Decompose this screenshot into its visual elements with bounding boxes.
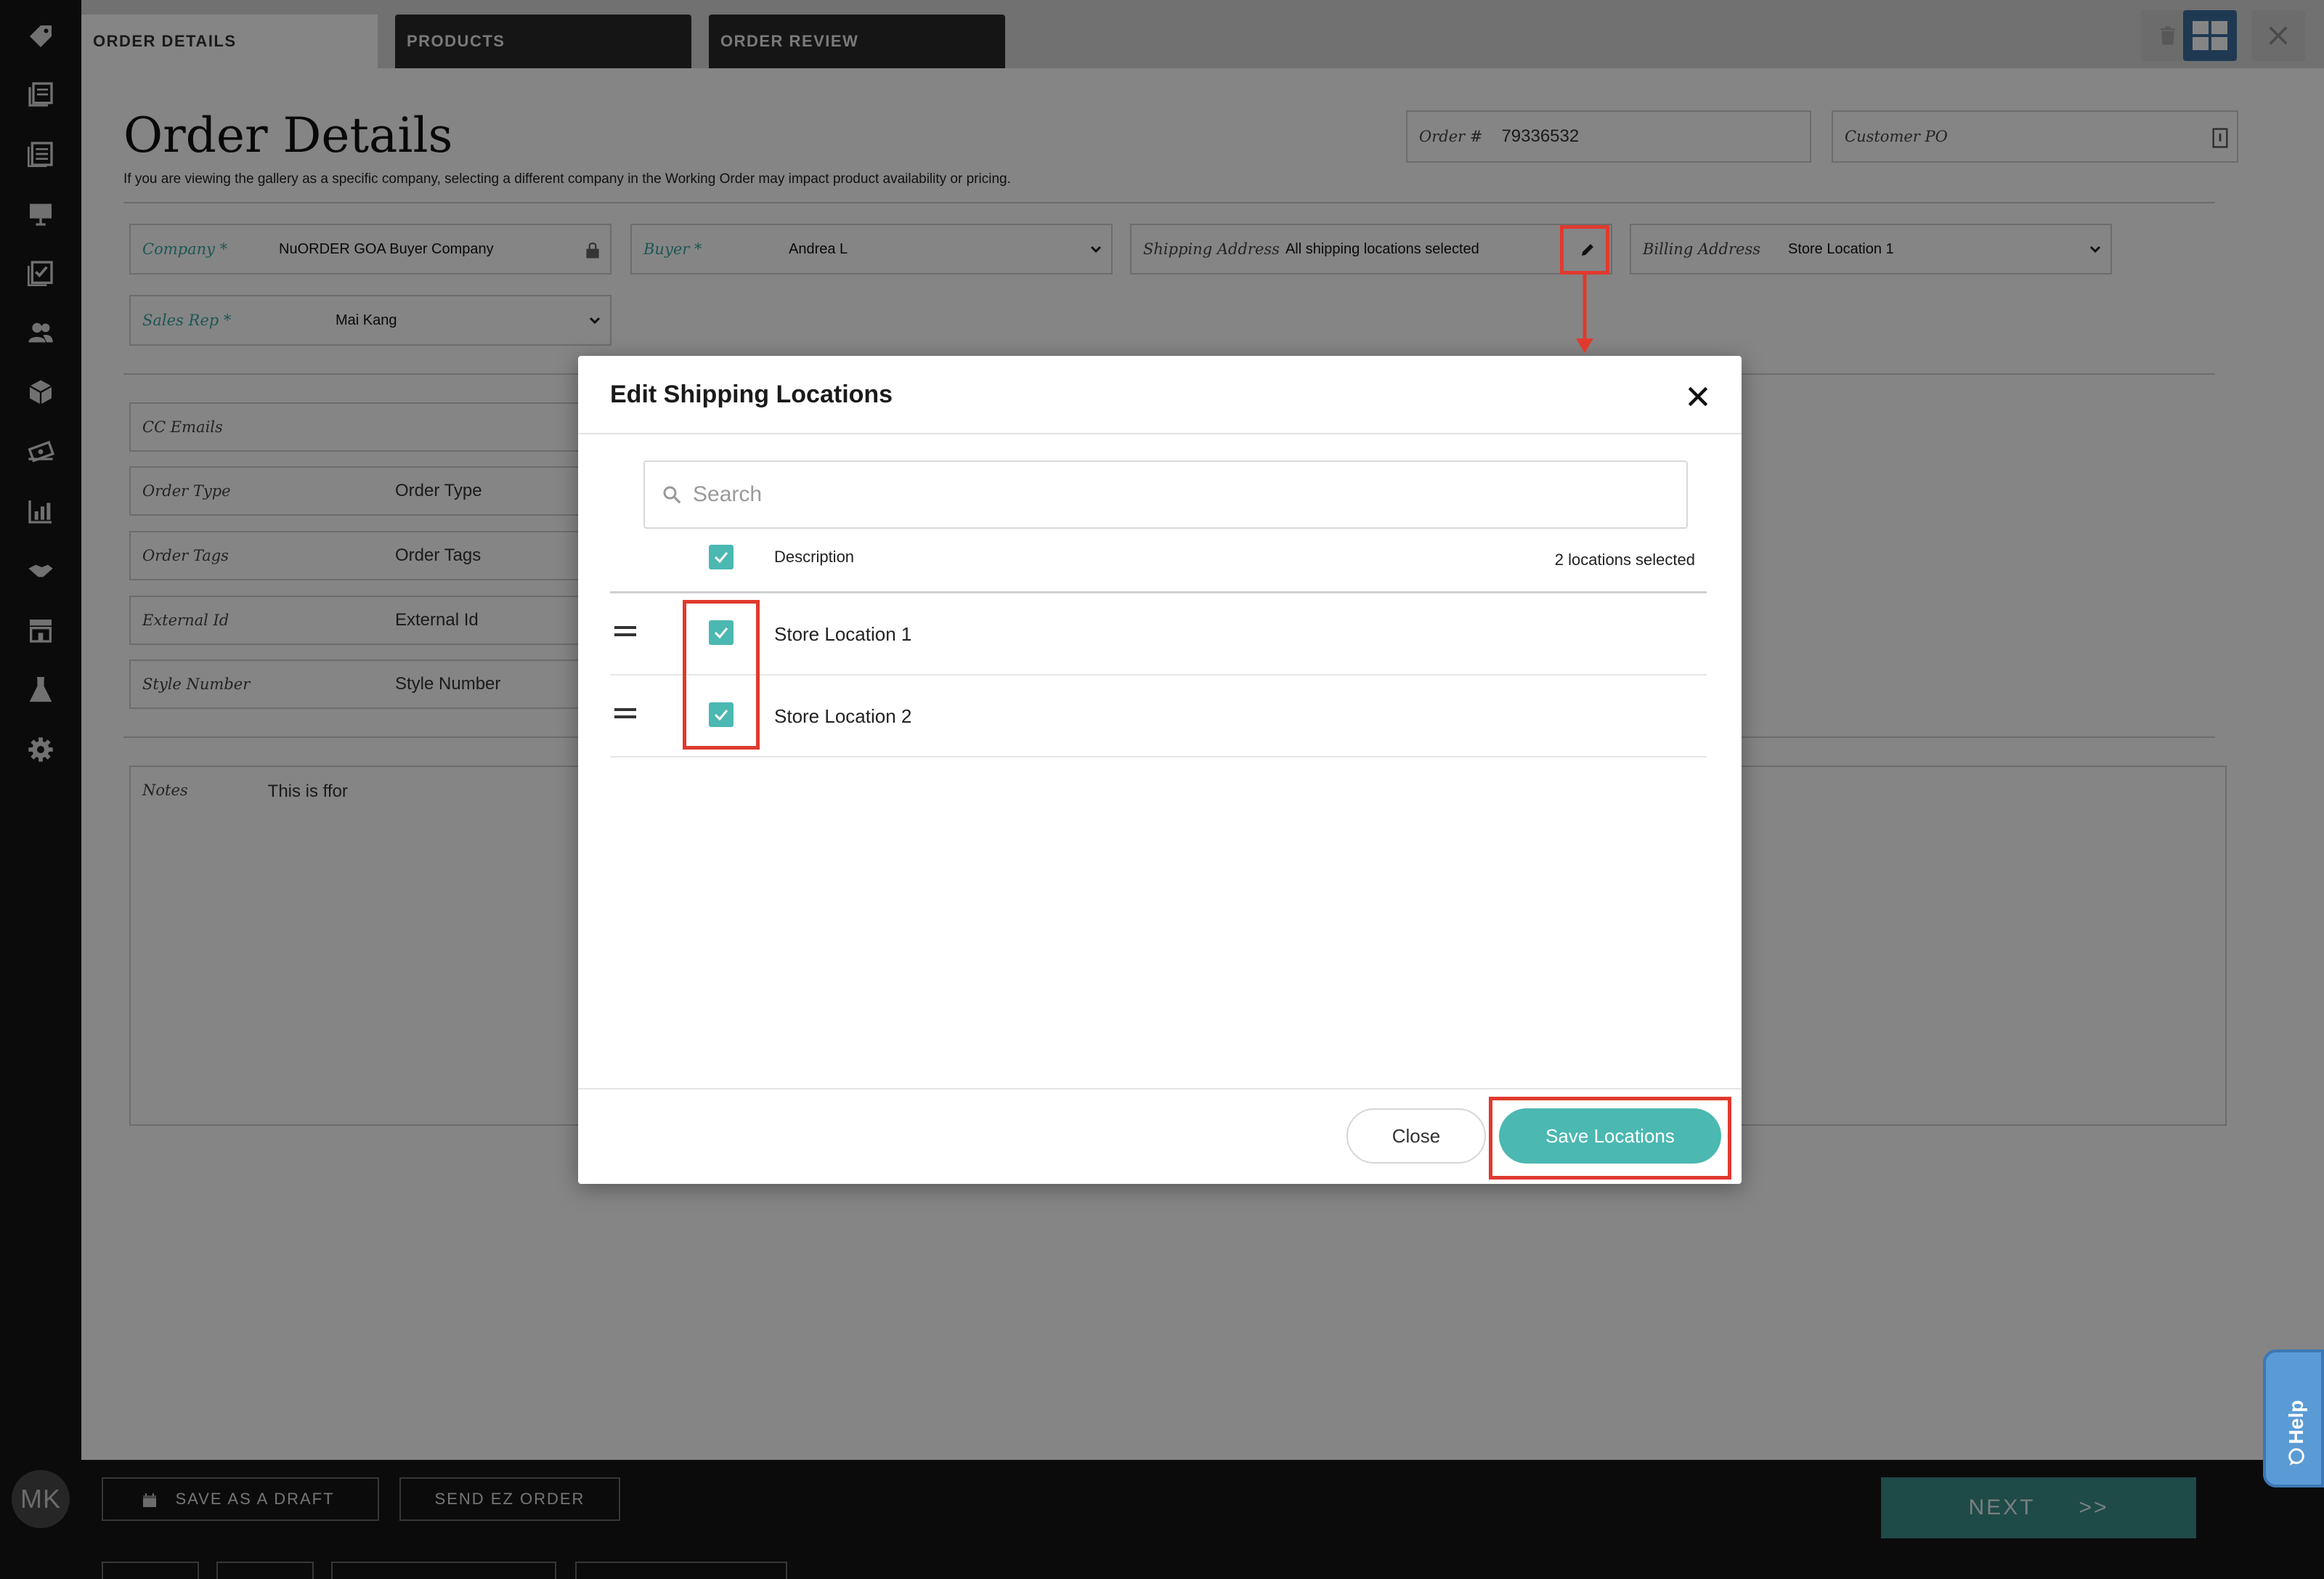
modal-footer-divider [578, 1088, 1742, 1089]
search-input[interactable] [693, 482, 1637, 507]
drag-handle-icon[interactable] [614, 626, 636, 636]
description-column-header: Description [774, 548, 855, 566]
annotation-arrow [1576, 275, 1593, 353]
edit-shipping-locations-modal: Edit Shipping Locations Description 2 lo… [578, 356, 1742, 1184]
row-divider [610, 756, 1707, 758]
highlight-edit-shipping [1560, 225, 1609, 275]
close-icon[interactable] [1683, 382, 1712, 411]
help-label: Help [2285, 1400, 2307, 1445]
row-divider [610, 674, 1707, 675]
select-all-checkbox[interactable] [709, 545, 734, 569]
help-button[interactable]: Help [2263, 1349, 2324, 1487]
chat-bubble-icon [2288, 1448, 2304, 1466]
header-divider [610, 591, 1707, 593]
drag-handle-icon[interactable] [614, 708, 636, 718]
close-button[interactable]: Close [1346, 1108, 1486, 1164]
search-icon [663, 486, 681, 504]
highlight-location-checkboxes [683, 600, 760, 750]
highlight-save-locations [1489, 1097, 1731, 1180]
checkmark-icon [714, 552, 728, 564]
selected-count: 2 locations selected [1554, 551, 1695, 569]
modal-title: Edit Shipping Locations [610, 381, 893, 408]
search-box[interactable] [643, 460, 1688, 529]
location-label: Store Location 2 [774, 705, 912, 727]
modal-divider [578, 433, 1742, 434]
location-label: Store Location 1 [774, 623, 912, 645]
